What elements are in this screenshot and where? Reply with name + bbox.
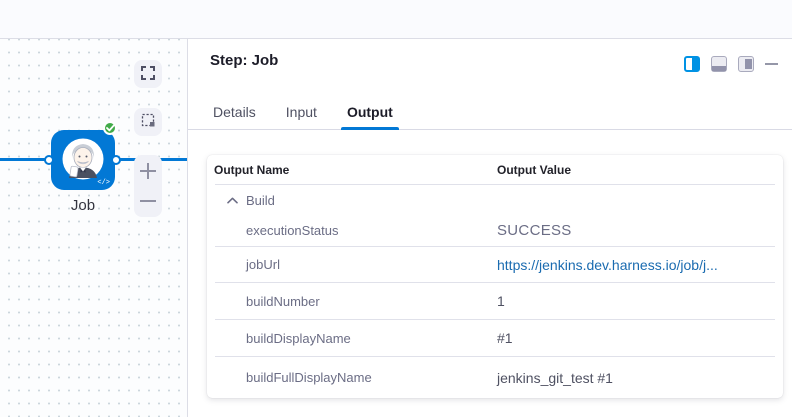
output-name: buildDisplayName [246, 331, 497, 346]
pipeline-canvas[interactable]: </> Job [0, 39, 188, 417]
top-strip [0, 0, 792, 39]
table-row: buildFullDisplayName jenkins_git_test #1 [207, 357, 783, 398]
table-row: jobUrl https://jenkins.dev.harness.io/jo… [207, 247, 783, 282]
output-name: buildFullDisplayName [246, 370, 497, 385]
tab-output[interactable]: Output [344, 94, 396, 130]
panel-layout-controls [684, 56, 778, 72]
table-row: buildDisplayName #1 [207, 320, 783, 356]
column-header-output-name: Output Name [214, 163, 497, 177]
page-title: Step: Job [210, 52, 278, 69]
tab-details[interactable]: Details [210, 94, 259, 130]
chevron-up-icon [227, 197, 238, 204]
multi-select-button[interactable] [134, 108, 162, 136]
step-detail-panel: Step: Job Details Input Output Output Na… [188, 39, 792, 417]
node-input-port[interactable] [44, 155, 54, 165]
fullscreen-icon [141, 66, 155, 83]
zoom-in-button[interactable] [134, 157, 162, 185]
collapse-group-button[interactable] [226, 194, 238, 206]
fullscreen-button[interactable] [134, 60, 162, 88]
tab-input[interactable]: Input [283, 94, 320, 130]
marquee-selection-icon [141, 113, 156, 131]
layout-split-bottom-icon[interactable] [711, 56, 727, 72]
output-name: jobUrl [246, 257, 497, 272]
tab-strip: Details Input Output [188, 94, 792, 130]
job-step-node[interactable]: </> [51, 130, 115, 190]
output-table-card: Output Name Output Value Build execution… [207, 155, 783, 398]
output-name: executionStatus [246, 223, 497, 238]
output-value: 1 [497, 293, 505, 309]
success-badge-icon [103, 121, 117, 135]
minimize-panel-icon[interactable] [765, 63, 778, 65]
job-url-link[interactable]: https://jenkins.dev.harness.io/job/j... [497, 257, 718, 273]
output-value: SUCCESS [497, 222, 572, 239]
column-header-output-value: Output Value [497, 163, 571, 177]
node-output-port[interactable] [111, 155, 121, 165]
code-icon: </> [97, 179, 110, 187]
table-row: executionStatus SUCCESS [207, 215, 783, 246]
group-label: Build [246, 193, 275, 208]
table-row: buildNumber 1 [207, 283, 783, 319]
build-group-row[interactable]: Build [207, 185, 783, 215]
node-label: Job [41, 197, 125, 214]
minus-icon [140, 200, 156, 202]
output-value: #1 [497, 330, 513, 346]
zoom-out-button[interactable] [134, 187, 162, 215]
table-header-row: Output Name Output Value [207, 155, 783, 184]
output-value: jenkins_git_test #1 [497, 370, 613, 386]
layout-split-right-icon[interactable] [684, 56, 700, 72]
output-name: buildNumber [246, 294, 497, 309]
zoom-controls [134, 155, 162, 217]
layout-drawer-right-icon[interactable] [738, 56, 754, 72]
